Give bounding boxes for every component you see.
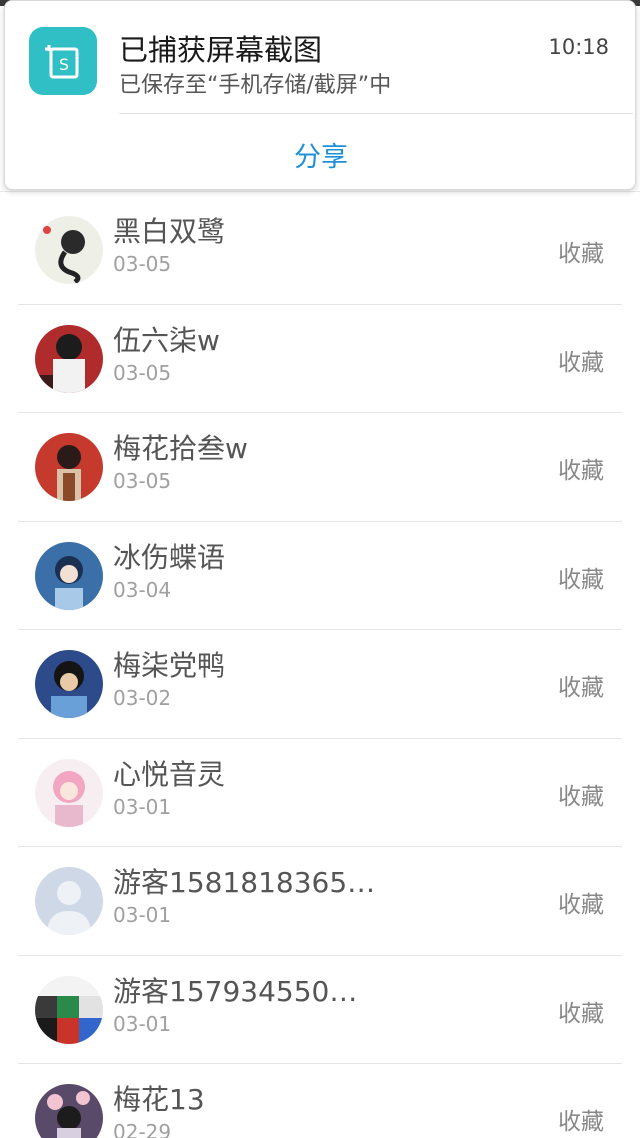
user-name: 冰伤蝶语 bbox=[113, 540, 226, 574]
user-name: 游客157934550… bbox=[113, 974, 358, 1008]
list-item[interactable]: 冰伤蝶语 03-04 收藏 bbox=[18, 522, 622, 630]
user-name: 游客1581818365… bbox=[113, 866, 376, 899]
avatar bbox=[35, 758, 103, 827]
list-item[interactable]: 伍六柒w 03-05 收藏 bbox=[18, 305, 622, 413]
avatar bbox=[35, 975, 103, 1044]
favorites-list: 黑白双鹭 03-05 收藏 伍六柒w 03-05 收藏 梅花拾叁w 03-05 … bbox=[18, 196, 622, 1138]
avatar bbox=[35, 650, 103, 718]
svg-text:S: S bbox=[59, 55, 69, 74]
date: 02-29 bbox=[113, 1120, 172, 1138]
date: 03-02 bbox=[113, 686, 172, 710]
user-name: 心悦音灵 bbox=[113, 757, 226, 791]
notification-subtitle: 已保存至“手机存储/截屏”中 bbox=[119, 73, 392, 98]
user-name: 黑白双鹭 bbox=[113, 215, 226, 248]
date: 03-05 bbox=[113, 360, 172, 385]
favorite-button[interactable]: 收藏 bbox=[558, 885, 604, 919]
avatar bbox=[35, 216, 103, 284]
screenshot-notification[interactable]: S 已捕获屏幕截图 已保存至“手机存储/截屏”中 10:18 分享 bbox=[4, 0, 636, 190]
user-name: 梅花拾叁w bbox=[113, 432, 248, 465]
date: 03-01 bbox=[113, 1011, 172, 1036]
date: 03-01 bbox=[113, 794, 172, 819]
favorite-button[interactable]: 收藏 bbox=[558, 1102, 604, 1136]
favorite-button[interactable]: 收藏 bbox=[558, 234, 604, 268]
date: 03-05 bbox=[113, 469, 172, 493]
list-item[interactable]: 游客1581818365… 03-01 收藏 bbox=[18, 847, 622, 956]
date: 03-04 bbox=[113, 577, 172, 602]
date: 03-05 bbox=[113, 252, 172, 276]
list-item[interactable]: 梅花13 02-29 收藏 bbox=[18, 1064, 622, 1138]
avatar bbox=[35, 324, 103, 393]
avatar bbox=[35, 1084, 103, 1138]
favorite-button[interactable]: 收藏 bbox=[558, 777, 604, 811]
favorite-button[interactable]: 收藏 bbox=[558, 994, 604, 1028]
list-item[interactable]: 梅柒党鸭 03-02 收藏 bbox=[18, 630, 622, 739]
list-item[interactable]: 心悦音灵 03-01 收藏 bbox=[18, 739, 622, 847]
favorite-button[interactable]: 收藏 bbox=[558, 560, 604, 594]
notification-title: 已捕获屏幕截图 bbox=[119, 33, 323, 67]
divider bbox=[119, 113, 633, 114]
avatar bbox=[35, 433, 103, 501]
screenshot-icon: S bbox=[29, 27, 97, 95]
favorite-button[interactable]: 收藏 bbox=[558, 343, 604, 377]
list-item[interactable]: 游客157934550… 03-01 收藏 bbox=[18, 956, 622, 1064]
avatar bbox=[35, 541, 103, 610]
favorite-button[interactable]: 收藏 bbox=[558, 451, 604, 485]
user-name: 伍六柒w bbox=[113, 323, 220, 357]
user-name: 梅花13 bbox=[113, 1083, 205, 1116]
favorite-button[interactable]: 收藏 bbox=[558, 668, 604, 702]
list-item[interactable]: 黑白双鹭 03-05 收藏 bbox=[18, 196, 622, 305]
notification-time: 10:18 bbox=[548, 35, 609, 59]
avatar bbox=[35, 867, 103, 935]
list-item[interactable]: 梅花拾叁w 03-05 收藏 bbox=[18, 413, 622, 522]
share-button[interactable]: 分享 bbox=[5, 135, 637, 174]
user-name: 梅柒党鸭 bbox=[113, 649, 226, 682]
date: 03-01 bbox=[113, 903, 172, 927]
